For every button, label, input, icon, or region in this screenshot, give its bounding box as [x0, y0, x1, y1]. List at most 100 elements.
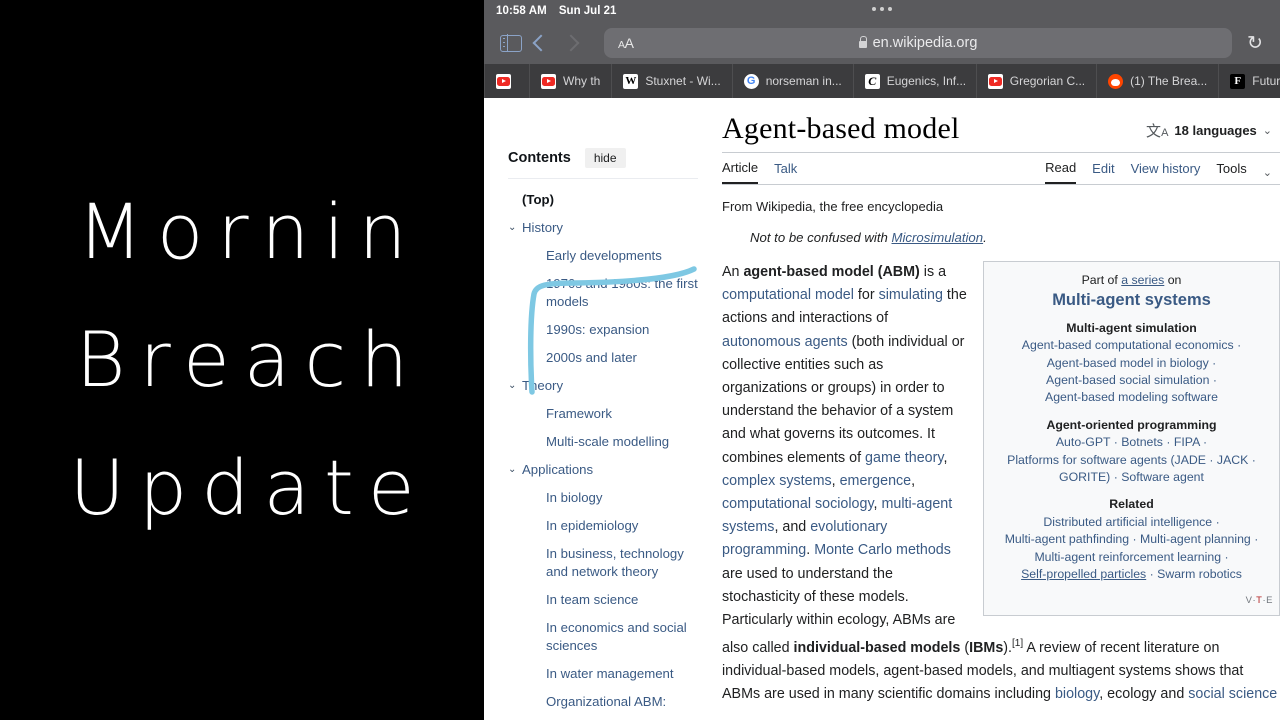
toc-item[interactable]: ⌄ History — [508, 219, 698, 237]
bookmark-label: (1) The Brea... — [1130, 74, 1208, 88]
reload-button[interactable]: ↻ — [1242, 32, 1268, 55]
chevron-left-icon — [532, 34, 550, 52]
youtube-icon — [541, 73, 556, 89]
back-button[interactable] — [526, 30, 556, 56]
body-text: , and — [774, 519, 811, 536]
bookmark-item[interactable]: Why th — [530, 64, 613, 98]
hatnote-link[interactable]: Microsimulation — [891, 230, 983, 245]
toc-item[interactable]: In biology — [508, 489, 698, 507]
address-bar[interactable]: AA en.wikipedia.org — [604, 28, 1232, 58]
body-text: is a — [919, 264, 947, 280]
infobox-link-line[interactable]: Multi-agent reinforcement learning · — [990, 549, 1273, 566]
infobox-vte-t[interactable]: T — [1256, 595, 1262, 606]
body-link[interactable]: Monte Carlo methods — [814, 542, 951, 558]
bookmark-item[interactable]: (1) The Brea... — [1097, 64, 1220, 98]
overlay-line-3: Update — [69, 443, 429, 532]
infobox-link-line[interactable]: Distributed artificial intelligence · — [990, 514, 1273, 531]
toc-item[interactable]: In economics and social sciences — [508, 619, 698, 655]
infobox-vte-v[interactable]: V — [1246, 595, 1253, 606]
browser-window: 10:58 AM Sun Jul 21 AA en.wikipedia.org — [484, 0, 1280, 720]
toc-item[interactable]: In team science — [508, 591, 698, 609]
infobox-group-heading: Related — [1109, 497, 1154, 512]
infobox-title[interactable]: Multi-agent systems — [990, 291, 1273, 309]
tab-view-history[interactable]: View history — [1131, 161, 1201, 183]
toc-item[interactable]: Organizational ABM: — [508, 693, 698, 711]
toc-item[interactable]: ⌄ Theory — [508, 377, 698, 395]
hatnote-prefix: Not to be confused with — [750, 230, 892, 245]
infobox-link-line[interactable]: Self-propelled particles · Swarm robotic… — [990, 566, 1273, 583]
tab-talk[interactable]: Talk — [774, 161, 797, 183]
infobox-link-line[interactable]: Multi-agent pathfinding · Multi-agent pl… — [990, 531, 1273, 548]
google-icon: G — [743, 73, 759, 89]
chevron-down-icon: ⌄ — [1262, 125, 1272, 137]
bookmark-label: Stuxnet - Wi... — [645, 74, 721, 88]
infobox-link-line[interactable]: Agent-based social simulation · — [990, 372, 1273, 389]
toc-item[interactable]: (Top) — [508, 191, 698, 209]
reddit-icon — [1108, 73, 1124, 89]
body-link[interactable]: social science — [1188, 686, 1277, 702]
infobox-link-line[interactable]: Agent-based modeling software — [990, 389, 1273, 406]
page-settings-button[interactable]: AA — [618, 35, 634, 51]
chevron-down-icon[interactable]: ⌄ — [508, 461, 522, 479]
toc-item[interactable]: 2000s and later — [508, 349, 698, 367]
sidebar-infobox: Part of a series on Multi-agent systems … — [983, 261, 1280, 616]
body-link[interactable]: emergence — [840, 473, 912, 489]
body-link[interactable]: computational sociology — [722, 496, 874, 512]
infobox-link-self-propelled-particles[interactable]: Self-propelled particles — [1021, 567, 1146, 581]
bookmark-item[interactable]: Gregorian C... — [977, 64, 1098, 98]
forward-button[interactable] — [556, 30, 586, 56]
infobox-link-line[interactable]: Platforms for software agents (JADE · JA… — [990, 452, 1273, 469]
overlay-line-1: Mornin — [77, 187, 421, 276]
infobox-link-line[interactable]: Agent-based model in biology · — [990, 355, 1273, 372]
language-selector-button[interactable]: 文A 18 languages ⌄ — [1146, 120, 1280, 146]
bookmark-item[interactable]: C Eugenics, Inf... — [854, 64, 977, 98]
toc-item[interactable]: In epidemiology — [508, 517, 698, 535]
chevron-down-icon[interactable]: ⌄ — [508, 219, 522, 237]
infobox-link-line-rest[interactable]: · Swarm robotics — [1146, 567, 1242, 581]
infobox-link-line[interactable]: GORITE) · Software agent — [990, 469, 1273, 486]
body-link[interactable]: autonomous agents — [722, 334, 848, 350]
toc-item[interactable]: Framework — [508, 405, 698, 423]
infobox-link-line[interactable]: Agent-based computational economics · — [990, 337, 1273, 354]
tab-edit[interactable]: Edit — [1092, 161, 1114, 183]
toc-hide-button[interactable]: hide — [584, 148, 626, 168]
toc-item-label: In water management — [546, 666, 674, 681]
chevron-down-icon[interactable]: ⌄ — [508, 377, 522, 395]
page-title: Agent-based model — [722, 112, 960, 145]
tab-tools[interactable]: Tools — [1216, 161, 1246, 183]
hatnote: Not to be confused with Microsimulation. — [750, 230, 1280, 245]
toc-item[interactable]: 1990s: expansion — [508, 321, 698, 339]
url-text: en.wikipedia.org — [872, 35, 978, 51]
toc-item[interactable]: Early developments — [508, 247, 698, 265]
body-text: ). — [1003, 640, 1013, 657]
body-link[interactable]: computational model — [722, 287, 854, 303]
body-link[interactable]: biology — [1055, 686, 1099, 702]
bookmark-item[interactable] — [484, 64, 530, 98]
bookmark-item[interactable]: W Stuxnet - Wi... — [612, 64, 733, 98]
body-link[interactable]: simulating — [879, 287, 943, 303]
emphasis-text: IBMs — [969, 640, 1004, 657]
lock-icon — [858, 36, 867, 48]
chevron-down-icon: ⌄ — [1262, 166, 1272, 179]
sidebar-toggle-button[interactable] — [496, 30, 526, 56]
infobox-link-line[interactable]: Auto-GPT · Botnets · FIPA · — [990, 434, 1273, 451]
bookmark-item[interactable]: F Future Of Cy... — [1219, 64, 1280, 98]
infobox-vte-e[interactable]: E — [1266, 595, 1273, 606]
infobox-series-link[interactable]: a series — [1121, 273, 1164, 287]
screen-root: Mornin Breach Update 10:58 AM Sun Jul 21… — [0, 0, 1280, 720]
toc-item[interactable]: In water management — [508, 665, 698, 683]
body-text: . — [806, 542, 815, 559]
body-link[interactable]: complex systems — [722, 473, 832, 489]
bookmark-item[interactable]: G norseman in... — [733, 64, 854, 98]
toc-item[interactable]: ⌄ Applications — [508, 461, 698, 479]
toc-item-label: In epidemiology — [546, 518, 639, 533]
toc-item[interactable]: Multi-scale modelling — [508, 433, 698, 451]
toc-item[interactable]: 1970s and 1980s: the first models — [508, 275, 698, 311]
reference-marker[interactable]: [1] — [1012, 638, 1023, 649]
toc-item-label: (Top) — [522, 192, 554, 207]
tab-read[interactable]: Read — [1045, 160, 1077, 184]
tab-article[interactable]: Article — [722, 160, 759, 184]
body-link[interactable]: game theory — [865, 450, 943, 466]
multitasking-handle[interactable] — [872, 7, 892, 11]
toc-item[interactable]: In business, technology and network theo… — [508, 545, 698, 581]
